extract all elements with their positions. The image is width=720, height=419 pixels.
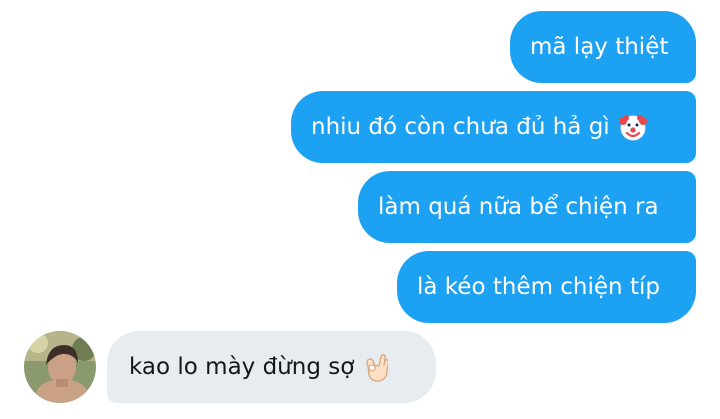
message-text: là kéo thêm chiện típ xyxy=(417,273,660,300)
sent-message-bubble[interactable]: làm quá nữa bể chiện ra xyxy=(358,171,696,243)
received-message-bubble[interactable]: kao lo mày đừng sợ xyxy=(107,331,436,403)
message-text: làm quá nữa bể chiện ra xyxy=(378,193,659,220)
avatar[interactable] xyxy=(24,331,96,403)
message-text: nhiu đó còn chưa đủ hả gì xyxy=(311,113,610,140)
sent-message-bubble[interactable]: nhiu đó còn chưa đủ hả gì xyxy=(291,91,696,163)
sent-message-bubble[interactable]: là kéo thêm chiện típ xyxy=(397,251,696,323)
clown-face-icon xyxy=(618,112,648,142)
message-text: mã lạy thiệt xyxy=(530,33,669,60)
conversation-thread: mã lạy thiệt nhiu đó còn chưa đủ hả gì l… xyxy=(0,0,720,419)
ok-hand-icon xyxy=(362,352,389,382)
sent-message-bubble[interactable]: mã lạy thiệt xyxy=(510,11,696,83)
message-text: kao lo mày đừng sợ xyxy=(129,353,355,380)
